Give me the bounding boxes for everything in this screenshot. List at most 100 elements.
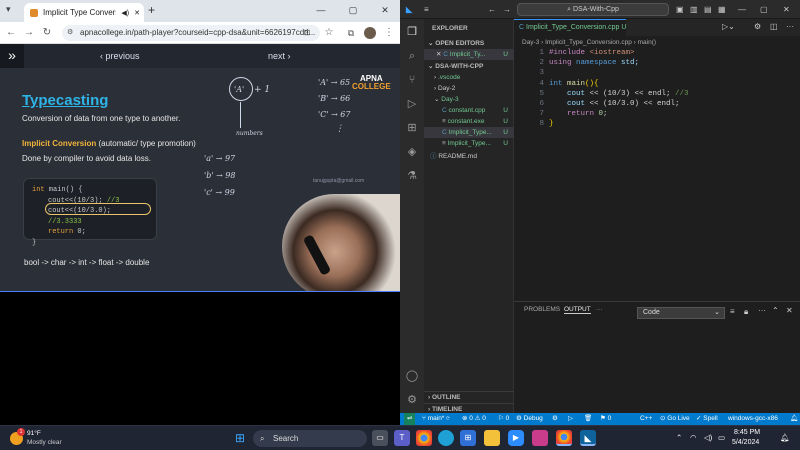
back-icon[interactable]: ← <box>4 25 18 41</box>
tree-item-folder[interactable]: ⌄ Day-3 <box>424 94 514 105</box>
battery-icon[interactable]: ▭ <box>718 433 725 442</box>
vscode-taskbar-icon[interactable]: ◣ <box>580 430 596 446</box>
spell-status[interactable]: ✓ Spell <box>696 413 718 425</box>
address-bar[interactable]: apnacollege.in/path-player?courseid=cpp-… <box>62 25 320 41</box>
outline-header[interactable]: › OUTLINE <box>424 391 514 402</box>
reload-icon[interactable]: ↻ <box>40 25 54 41</box>
teams-icon[interactable]: T <box>394 430 410 446</box>
close-panel-icon[interactable]: ✕ <box>786 306 793 315</box>
start-icon[interactable]: ⊞ <box>232 430 248 446</box>
clock-date[interactable]: 5/4/2024 <box>732 439 759 446</box>
tab-problems[interactable]: PROBLEMS <box>524 306 560 313</box>
store-icon[interactable]: ⊞ <box>460 430 476 446</box>
run-code-icon[interactable]: ▷⌄ <box>722 22 735 31</box>
video-player[interactable]: » ‹ previous next › Typecasting Conversi… <box>0 44 400 292</box>
extensions-icon[interactable]: ⊞ <box>400 117 424 139</box>
tab-search-icon[interactable]: ▾ <box>6 4 11 15</box>
remote-icon[interactable]: ⇌ <box>404 413 416 425</box>
open-editors-header[interactable]: ⌄ OPEN EDITORS <box>424 38 514 49</box>
account-icon[interactable]: ◯ <box>400 365 424 387</box>
file-explorer-icon[interactable] <box>484 430 500 446</box>
branch-status[interactable]: ⑂ main* ⟳ <box>422 413 450 425</box>
split-editor-icon[interactable]: ⚙ <box>754 22 761 31</box>
problems-status[interactable]: ⊗ 0 ⚠ 0 <box>462 413 486 425</box>
chrome-active-icon[interactable] <box>556 430 572 446</box>
notifications-icon[interactable]: 🔔︎ <box>780 433 790 442</box>
editor-tab-active[interactable]: C Implicit_Type_Conversion.cpp U <box>514 19 626 36</box>
filter-list-icon[interactable]: ≡ <box>730 307 735 316</box>
panel-more-icon[interactable]: ··· <box>758 306 766 315</box>
layout-icon[interactable]: ▦ <box>718 0 726 19</box>
taskbar-search[interactable]: ⌕ Search <box>253 430 367 447</box>
previous-button[interactable]: ‹ previous <box>100 44 140 68</box>
bookmark-star-icon[interactable]: ☆ <box>322 25 336 41</box>
run-debug-icon[interactable]: ▷ <box>400 93 424 115</box>
command-search-box[interactable]: ⌕ DSA-With-Cpp <box>517 3 669 16</box>
settings-gear-icon[interactable]: ⚙ <box>400 389 424 411</box>
volume-icon[interactable]: ◁) <box>704 433 712 442</box>
close-button[interactable]: ✕ <box>783 0 790 19</box>
layout-icon[interactable]: ▤ <box>704 0 712 19</box>
maximize-button[interactable]: ▢ <box>760 0 768 19</box>
compiler-status[interactable]: windows-gcc-x86 <box>728 413 778 425</box>
minimize-button[interactable]: — <box>310 2 332 18</box>
back-icon[interactable]: ← <box>488 0 496 19</box>
minimize-button[interactable]: — <box>738 0 746 19</box>
explorer-icon[interactable]: ❐ <box>400 21 424 43</box>
site-info-icon[interactable]: ⚙ <box>67 28 73 36</box>
weather-widget[interactable]: 1 91°F Mostly clear <box>10 428 80 449</box>
tree-item-file[interactable]: C constant.cpp U <box>424 105 514 116</box>
testing-icon[interactable]: ⚗ <box>400 165 424 187</box>
zoom-icon[interactable]: ▶ <box>508 430 524 446</box>
speaker-icon[interactable]: ◀) <box>121 9 129 17</box>
next-button[interactable]: next › <box>268 44 291 68</box>
wifi-icon[interactable]: ◠ <box>690 433 697 442</box>
video-progress-bar[interactable] <box>0 291 400 292</box>
go-live-button[interactable]: ⊙ Go Live <box>660 413 690 425</box>
maximize-button[interactable]: ▢ <box>342 2 364 18</box>
edge-icon[interactable] <box>438 430 454 446</box>
warnings-status[interactable]: ⚐ 0 <box>498 413 509 425</box>
tree-item-folder[interactable]: › Day-2 <box>424 83 514 94</box>
language-status[interactable]: C++ <box>640 413 652 425</box>
close-button[interactable]: ✕ <box>374 2 396 18</box>
media-icon[interactable] <box>532 430 548 446</box>
chrome-icon[interactable] <box>416 430 432 446</box>
browser-tab-active[interactable]: Implicit Type Conversion ◀) ✕ <box>24 3 144 22</box>
tree-item-folder[interactable]: › .vscode <box>424 72 514 83</box>
translate-icon[interactable]: ⊡ <box>300 25 314 41</box>
notifications-icon[interactable]: 🔔︎ <box>790 413 798 425</box>
tree-item-file[interactable]: C Implicit_Type... U <box>424 127 514 138</box>
compare-icon[interactable]: ◫ <box>770 22 778 31</box>
open-editor-item[interactable]: ✕ C Implicit_Ty... U <box>424 49 514 60</box>
lock-icon[interactable]: 🔒︎ <box>744 307 748 317</box>
tree-item-file[interactable]: ≡ constant.exe U <box>424 116 514 127</box>
profile-avatar[interactable] <box>364 27 376 39</box>
tray-chevron-icon[interactable]: ⌃ <box>676 433 682 442</box>
count-status[interactable]: ⚑ 0 <box>600 413 611 425</box>
build-icon[interactable]: ⚙ <box>552 413 558 425</box>
layout-icon[interactable]: ▣ <box>676 0 684 19</box>
forward-icon[interactable]: → <box>22 25 36 41</box>
debug-status[interactable]: ⚙ Debug <box>516 413 543 425</box>
maximize-panel-icon[interactable]: ⌃ <box>772 306 779 315</box>
extensions-icon[interactable]: ⧉ <box>344 25 358 41</box>
delete-icon[interactable]: 🗑︎ <box>584 413 592 425</box>
forward-icon[interactable]: → <box>503 0 511 19</box>
menu-icon[interactable]: ≡ <box>424 0 429 19</box>
source-control-icon[interactable]: ⑂ <box>400 69 424 91</box>
new-tab-button[interactable]: + <box>148 3 155 17</box>
python-icon[interactable]: ◈ <box>400 141 424 163</box>
code-editor[interactable]: 1 2 3 4 5 6 7 8 #include <iostream> usin… <box>514 48 800 300</box>
clock-time[interactable]: 8:45 PM <box>734 429 760 436</box>
search-icon[interactable]: ⌕ <box>400 45 424 67</box>
layout-icon[interactable]: ▥ <box>690 0 698 19</box>
more-actions-icon[interactable]: ··· <box>786 22 794 31</box>
sidebar-toggle-icon[interactable]: » <box>0 44 24 68</box>
tab-close-icon[interactable]: ✕ <box>134 9 144 17</box>
tree-item-file[interactable]: ⓘ README.md <box>424 151 514 162</box>
run-icon[interactable]: ▷ <box>568 413 573 425</box>
tree-item-file[interactable]: ≡ Implicit_Type... U <box>424 138 514 149</box>
tab-output[interactable]: OUTPUT <box>564 306 591 314</box>
panel-more-icon[interactable]: ··· <box>596 306 603 313</box>
